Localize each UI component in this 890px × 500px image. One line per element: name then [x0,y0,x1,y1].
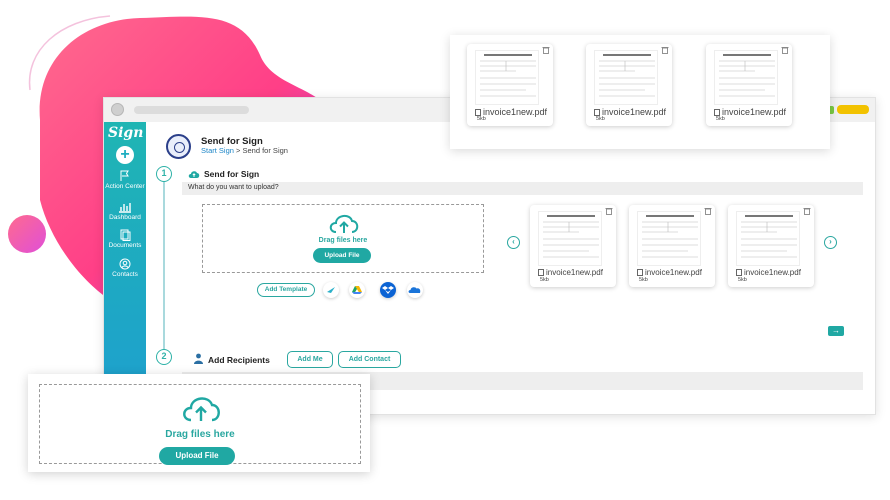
add-me-button[interactable]: Add Me [287,351,333,368]
app-logo: Sign [108,125,144,141]
file-size: 5kb [716,116,725,122]
drag-files-text: Drag files here [165,429,235,440]
flag-icon [120,170,129,181]
carousel-next-button[interactable]: › [824,236,837,249]
file-card[interactable]: invoice1new.pdf 5kb [629,205,715,287]
pdf-icon [538,269,544,276]
document-thumbnail [475,50,539,105]
trash-icon[interactable] [605,207,613,215]
file-dropzone[interactable]: Drag files here Upload File [202,204,484,273]
uploaded-files-panel: invoice1new.pdf 5kb invoice1new.pdf 5kb … [450,35,830,149]
status-pill [837,105,869,114]
person-icon [194,353,203,364]
document-thumbnail [714,50,778,105]
onedrive-button[interactable] [407,282,423,298]
dropbox-button[interactable] [380,282,396,298]
carousel-prev-button[interactable]: ‹ [507,236,520,249]
sidebar: Sign + Action Center Dashboard Documents… [104,122,146,416]
step-title: Send for Sign [204,169,260,179]
add-contact-button[interactable]: Add Contact [338,351,401,368]
upload-question: What do you want to upload? [188,184,279,191]
file-size: 5kb [639,277,648,283]
chart-icon [119,203,131,213]
pdf-icon [736,269,742,276]
sidebar-item-action-center[interactable]: Action Center [104,170,146,190]
trash-icon[interactable] [704,207,712,215]
file-card[interactable]: invoice1new.pdf 5kb [467,44,553,126]
cloud-upload-icon [188,171,200,178]
file-dropzone[interactable]: Drag files here Upload File [39,384,361,465]
trash-icon[interactable] [781,46,789,54]
step-title: Add Recipients [208,355,270,365]
file-size: 5kb [477,116,486,122]
breadcrumb-link[interactable]: Start Sign [201,146,234,155]
file-size: 5kb [540,277,549,283]
new-document-button[interactable]: + [116,146,134,164]
file-size: 5kb [738,277,747,283]
send-service-button[interactable] [323,282,339,298]
sidebar-item-label: Contacts [112,271,138,278]
window-control-icon[interactable] [111,103,124,116]
sidebar-item-dashboard[interactable]: Dashboard [104,201,146,221]
google-drive-icon [352,286,362,294]
breadcrumb-current: Send for Sign [242,146,288,155]
next-step-button[interactable]: → [828,326,844,336]
cloud-upload-icon [183,397,220,422]
cloud-upload-icon [329,215,359,233]
document-thumbnail [736,211,800,266]
decorative-blob-small [8,215,46,253]
sidebar-item-contacts[interactable]: Contacts [104,258,146,278]
pdf-icon [714,109,720,116]
dropbox-icon [382,286,394,294]
documents-icon [120,229,131,241]
contacts-icon [119,258,131,270]
plus-icon: + [120,146,130,163]
sidebar-item-documents[interactable]: Documents [104,229,146,249]
trash-icon[interactable] [542,46,550,54]
pdf-icon [594,109,600,116]
address-bar [134,106,249,114]
trash-icon[interactable] [661,46,669,54]
upload-panel-zoomed: Drag files here Upload File [28,374,370,472]
file-card[interactable]: invoice1new.pdf 5kb [586,44,672,126]
file-size: 5kb [596,116,605,122]
document-thumbnail [637,211,701,266]
chevron-right-icon: › [829,237,832,246]
chevron-left-icon: ‹ [512,237,515,246]
file-name: invoice1new.pdf [538,268,603,277]
file-name: invoice1new.pdf [637,268,702,277]
breadcrumb-separator: > [233,146,243,155]
sidebar-item-label: Documents [108,242,142,249]
document-thumbnail [594,50,658,105]
upload-file-button[interactable]: Upload File [313,248,371,263]
file-card[interactable]: invoice1new.pdf 5kb [728,205,814,287]
document-thumbnail [538,211,602,266]
step-timeline [163,174,165,356]
step-number: 2 [156,349,172,365]
sidebar-item-label: Action Center [105,183,145,190]
trash-icon[interactable] [803,207,811,215]
add-template-button[interactable]: Add Template [257,283,315,297]
onedrive-icon [408,287,421,293]
seal-icon [166,134,191,159]
google-drive-button[interactable] [349,282,365,298]
send-icon [327,287,335,293]
drag-files-text: Drag files here [318,237,368,244]
file-card[interactable]: invoice1new.pdf 5kb [706,44,792,126]
pdf-icon [637,269,643,276]
question-bar [182,182,863,195]
file-card[interactable]: invoice1new.pdf 5kb [530,205,616,287]
arrow-right-icon: → [832,326,840,335]
pdf-icon [475,109,481,116]
step-number: 1 [156,166,172,182]
breadcrumb: Start Sign > Send for Sign [201,146,288,155]
upload-file-button[interactable]: Upload File [159,447,235,465]
sidebar-item-label: Dashboard [109,214,141,221]
file-name: invoice1new.pdf [736,268,801,277]
